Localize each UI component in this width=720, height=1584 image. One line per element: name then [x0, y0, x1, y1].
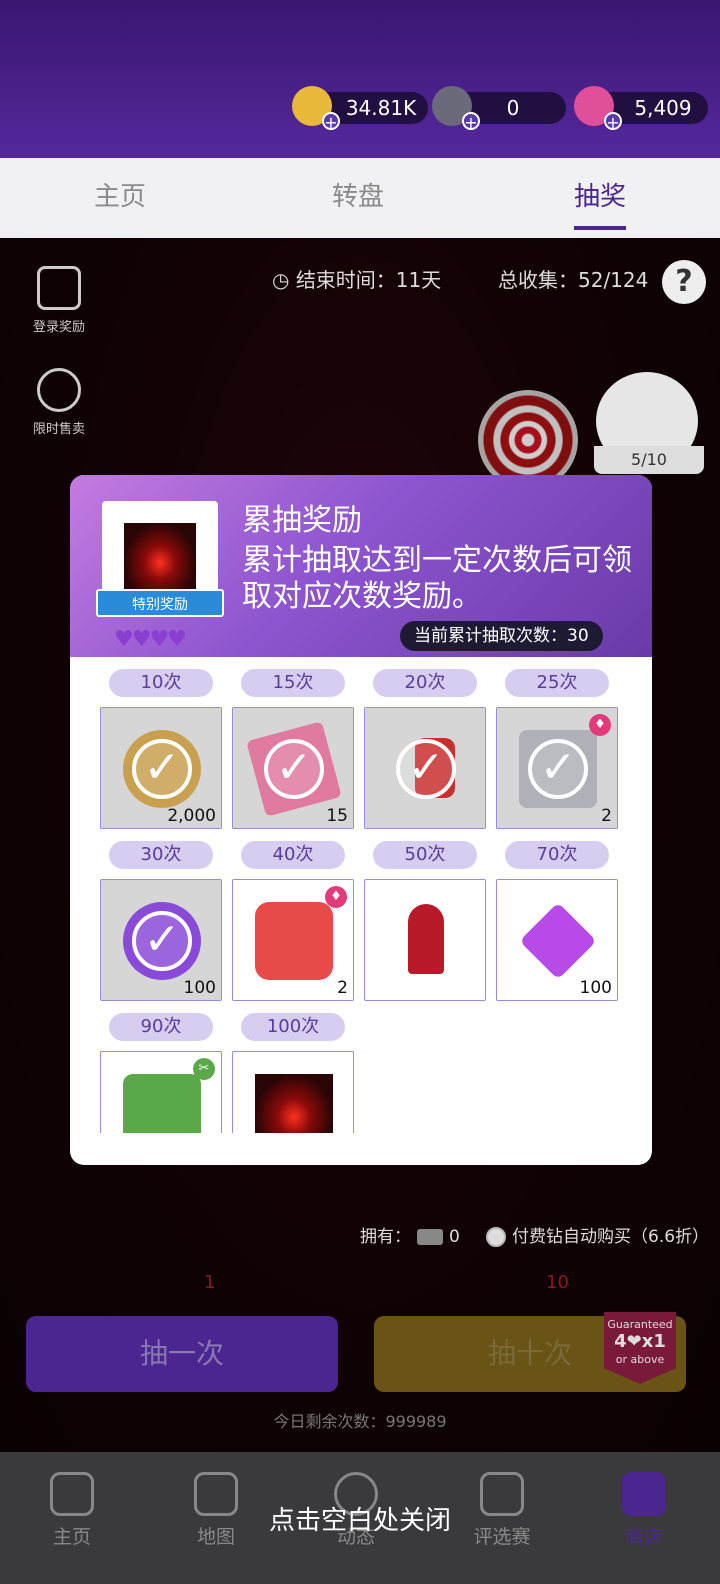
draw-once-button[interactable]: 抽一次: [26, 1316, 338, 1392]
cocktail-icon: [408, 904, 444, 974]
reward-cell[interactable]: 70次 100: [496, 841, 618, 1001]
check-icon: ✓: [132, 911, 192, 971]
avatar-progress: 5/10: [594, 446, 704, 474]
limited-sale-button[interactable]: 限时售卖: [26, 368, 92, 437]
calendar-check-icon: [37, 266, 81, 310]
active-tab-indicator: [574, 226, 626, 230]
question-icon[interactable]: ?: [662, 260, 706, 304]
reward-box[interactable]: ♦ ✓ 2: [496, 707, 618, 829]
gold-currency[interactable]: + 34.81K: [292, 86, 428, 131]
reward-threshold: 25次: [505, 669, 609, 697]
check-icon: ✓: [528, 739, 588, 799]
reward-cell[interactable]: 40次 ♦ 2: [232, 841, 354, 1001]
modal-description: 累计抽取达到一定次数后可领取对应次数奖励。: [242, 543, 632, 614]
owned-tickets: 拥有： 0: [360, 1222, 460, 1247]
special-reward-ribbon: 特别奖励: [96, 589, 224, 617]
scissors-icon: ✂: [193, 1058, 215, 1080]
red-corridor-image: [124, 523, 196, 595]
tab-wheel[interactable]: 转盘: [288, 158, 428, 238]
check-icon: ✓: [396, 739, 456, 799]
tab-home[interactable]: 主页: [50, 158, 190, 238]
login-reward-button[interactable]: 登录奖励: [26, 266, 92, 335]
reward-threshold: 30次: [109, 841, 213, 869]
close-hint[interactable]: 点击空白处关闭: [0, 1500, 720, 1537]
reward-qty: 100: [579, 978, 612, 998]
red-corridor-image: [255, 1074, 333, 1133]
reward-cell[interactable]: 90次 ✂: [100, 1013, 222, 1133]
reward-qty: 2,000: [167, 806, 216, 826]
reward-threshold: 90次: [109, 1013, 213, 1041]
reward-box[interactable]: [364, 879, 486, 1001]
reward-qty: 2: [337, 978, 348, 998]
radio-icon[interactable]: [486, 1227, 506, 1247]
cumulative-reward-modal: 特别奖励 ♥♥♥♥ 累抽奖励 累计抽取达到一定次数后可领取对应次数奖励。 当前累…: [70, 475, 652, 1165]
perfume-bottle-icon: [255, 902, 333, 980]
owned-label: 拥有：: [360, 1227, 411, 1247]
reward-box[interactable]: ✓ 15: [232, 707, 354, 829]
reward-box[interactable]: 100: [496, 879, 618, 1001]
limited-sale-label: 限时售卖: [32, 422, 85, 437]
reward-threshold: 40次: [241, 841, 345, 869]
diamond-currency[interactable]: + 0: [432, 86, 566, 131]
reward-cell[interactable]: 25次 ♦ ✓ 2: [496, 669, 618, 829]
ticket-icon: [417, 1229, 443, 1245]
cost-ten: 10: [546, 1272, 569, 1293]
clock-icon: ◷: [272, 268, 296, 292]
reward-qty: 100: [183, 978, 216, 998]
diamond-value: 0: [506, 96, 520, 120]
reward-grid: 10次 ✓ 2,000 15次 ✓ 15 20次 ✓ 25次 ♦ ✓ 2 30次…: [70, 657, 652, 1133]
reward-box[interactable]: [232, 1051, 354, 1133]
reward-box[interactable]: ♦ 2: [232, 879, 354, 1001]
perfume-tag-icon: ♦: [589, 714, 611, 736]
end-time-text: 结束时间：11天: [295, 268, 442, 292]
modal-title: 累抽奖励: [242, 503, 362, 538]
guarantee-mid: 4❤x1: [614, 1331, 666, 1352]
pink-gem-currency[interactable]: + 5,409: [574, 86, 708, 131]
stopwatch-icon: [37, 368, 81, 412]
perfume-tag-icon: ♦: [325, 886, 347, 908]
draw-count-pill: 当前累计抽取次数：30: [400, 621, 603, 651]
end-time: ◷ 结束时间：11天: [272, 264, 441, 293]
guarantee-top: Guaranteed: [607, 1318, 673, 1331]
makeup-pouch-icon: [123, 1074, 201, 1133]
reward-qty: 2: [601, 806, 612, 826]
reward-box[interactable]: ✓ 2,000: [100, 707, 222, 829]
auto-buy-label: 付费钻自动购买（6.6折）: [512, 1227, 710, 1247]
plus-icon[interactable]: +: [604, 112, 622, 131]
owned-count: 0: [449, 1227, 460, 1247]
cost-one: 1: [204, 1272, 216, 1293]
reward-cell[interactable]: 20次 ✓: [364, 669, 486, 829]
reward-threshold: 50次: [373, 841, 477, 869]
reward-cell[interactable]: 30次 ✓ 100: [100, 841, 222, 1001]
remaining-draws: 今日剩余次数：999989: [273, 1412, 447, 1431]
check-icon: ✓: [264, 739, 324, 799]
reward-threshold: 10次: [109, 669, 213, 697]
reward-box[interactable]: ✓: [364, 707, 486, 829]
reward-qty: 15: [326, 806, 348, 826]
reward-box[interactable]: ✓ 100: [100, 879, 222, 1001]
login-reward-label: 登录奖励: [32, 320, 85, 335]
top-header: [0, 0, 720, 158]
collect-progress: 总收集：52/124: [498, 268, 649, 292]
reward-threshold: 100次: [241, 1013, 345, 1041]
modal-header: 特别奖励 ♥♥♥♥ 累抽奖励 累计抽取达到一定次数后可领取对应次数奖励。 当前累…: [70, 475, 652, 657]
plus-icon[interactable]: +: [462, 112, 480, 131]
reward-cell[interactable]: 15次 ✓ 15: [232, 669, 354, 829]
reward-box[interactable]: ✂: [100, 1051, 222, 1133]
reward-threshold: 20次: [373, 669, 477, 697]
reward-threshold: 15次: [241, 669, 345, 697]
plus-icon[interactable]: +: [322, 112, 340, 131]
reward-threshold: 70次: [505, 841, 609, 869]
reward-cell[interactable]: 10次 ✓ 2,000: [100, 669, 222, 829]
diamond-icon: [519, 902, 597, 980]
guarantee-bottom: or above: [615, 1353, 665, 1366]
check-icon: ✓: [132, 739, 192, 799]
reward-cell[interactable]: 100次: [232, 1013, 354, 1133]
reward-cell[interactable]: 50次: [364, 841, 486, 1001]
auto-buy-toggle[interactable]: 付费钻自动购买（6.6折）: [486, 1222, 709, 1247]
heart-rating-icon: ♥♥♥♥: [114, 627, 187, 652]
